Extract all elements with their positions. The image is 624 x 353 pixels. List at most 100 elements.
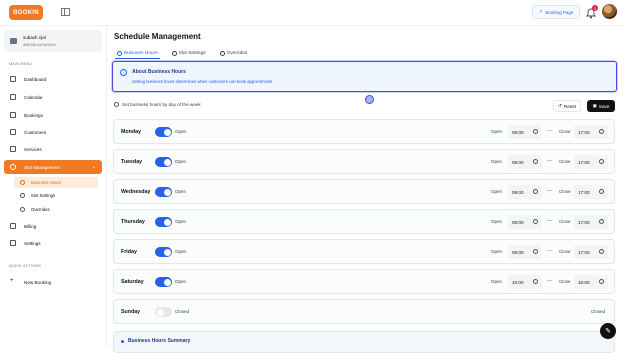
day-row-sunday: Sunday Closed Closed [113, 299, 615, 324]
save-button[interactable]: ▣ Save [587, 100, 615, 112]
open-time-input[interactable]: 09:00 [508, 155, 542, 169]
sidebar-item-customers[interactable]: Customers [4, 125, 102, 139]
open-time-input[interactable]: 09:00 [508, 245, 542, 259]
store-icon [10, 38, 17, 44]
close-time-input[interactable]: 17:00 [574, 215, 608, 229]
sidebar-item-label: Dashboard [24, 76, 47, 82]
open-label: Open [491, 249, 503, 254]
close-time-value: 17:00 [578, 129, 590, 135]
main-menu-heading: MAIN MENU [9, 62, 33, 66]
settings-icon [10, 240, 16, 246]
sidebar-subitem-business-hours[interactable]: Business Hours [14, 177, 98, 188]
day-row-tuesday: Tuesday Open Open 09:00 — Close 17:00 [113, 149, 615, 174]
sidebar-item-slot-management[interactable]: Slot Management ⌄ [4, 160, 102, 174]
day-toggle[interactable] [155, 217, 172, 227]
open-label: Open [491, 279, 503, 284]
info-description: Setting business hours determines when c… [132, 79, 273, 84]
close-time-value: 17:00 [578, 249, 590, 255]
day-toggle[interactable] [155, 307, 172, 317]
top-bar: BOOKIN ↗ Booking Page 2 [0, 0, 624, 26]
close-time-input[interactable]: 16:00 [574, 275, 608, 289]
sidebar-subitem-slot-settings[interactable]: Slot Settings [14, 190, 98, 201]
sidebar-item-calendar[interactable]: Calendar [4, 90, 102, 104]
info-icon: i [120, 69, 127, 76]
calendar-icon [10, 94, 16, 100]
day-status: Open [175, 189, 187, 194]
logo[interactable]: BOOKIN [9, 5, 43, 20]
services-icon [10, 146, 16, 152]
settings-icon [171, 51, 177, 56]
sidebar-item-bookings[interactable]: Bookings [4, 108, 102, 122]
close-label: Close [559, 249, 571, 254]
tab-slot-settings[interactable]: Slot Settings [170, 48, 208, 59]
open-label: Open [491, 189, 503, 194]
set-hours-text: Set business hours by day of the week [122, 102, 201, 107]
sidebar-subitem-label: Business Hours [31, 180, 62, 185]
close-time-input[interactable]: 17:00 [574, 125, 608, 139]
open-time-input[interactable]: 10:00 [508, 275, 542, 289]
bookings-icon [10, 112, 16, 118]
avatar[interactable] [602, 4, 617, 19]
quick-action-fab[interactable]: ✎ [600, 323, 616, 339]
reset-button[interactable]: ↺ Reset [553, 100, 581, 112]
close-time-value: 17:00 [578, 189, 590, 195]
new-booking-button[interactable]: + New Booking [4, 275, 102, 289]
clock-icon [599, 279, 604, 284]
close-label: Close [559, 219, 571, 224]
tab-overrides[interactable]: Overrides [218, 48, 250, 59]
sidebar-subitem-overrides[interactable]: Overrides [14, 204, 98, 215]
chevron-down-icon: ⌄ [91, 164, 96, 170]
notification-badge: 2 [592, 5, 598, 11]
sidebar-item-label: Services [24, 146, 42, 152]
sidebar-item-settings[interactable]: Settings [4, 236, 102, 250]
close-label: Close [559, 279, 571, 284]
sidebar: subash rijal 4WK0DL9zOd2IZnH MAIN MENU D… [0, 26, 107, 347]
day-toggle[interactable] [155, 247, 172, 257]
day-name: Thursday [121, 219, 145, 225]
close-time-value: 17:00 [578, 159, 590, 165]
sidebar-item-dashboard[interactable]: Dashboard [4, 72, 102, 86]
time-separator: — [547, 278, 552, 284]
sidebar-subitem-label: Overrides [31, 207, 50, 212]
sidebar-item-label: Billing [24, 223, 37, 229]
day-status: Closed [175, 309, 190, 314]
day-toggle[interactable] [155, 127, 172, 137]
clock-icon [533, 219, 538, 224]
day-row-saturday: Saturday Open Open 10:00 — Close 16:00 [113, 269, 615, 294]
day-toggle[interactable] [155, 187, 172, 197]
main-content: Schedule Management Business Hours Slot … [107, 26, 624, 353]
day-toggle[interactable] [155, 157, 172, 167]
booking-page-button[interactable]: ↗ Booking Page [532, 5, 580, 19]
open-time-input[interactable]: 09:00 [508, 185, 542, 199]
day-name: Wednesday [121, 189, 151, 195]
sidebar-item-label: Bookings [24, 112, 43, 118]
user-name: subash rijal [23, 35, 46, 40]
tab-business-hours[interactable]: Business Hours [115, 48, 160, 59]
resize-handle[interactable] [365, 95, 374, 104]
customers-icon [10, 129, 16, 135]
close-time-input[interactable]: 17:00 [574, 245, 608, 259]
day-toggle[interactable] [155, 277, 172, 287]
time-separator: — [547, 218, 552, 224]
day-status: Open [175, 249, 187, 254]
close-label: Close [559, 189, 571, 194]
sidebar-item-billing[interactable]: Billing [4, 219, 102, 233]
close-time-input[interactable]: 17:00 [574, 155, 608, 169]
info-title: About Business Hours [132, 69, 186, 75]
open-time-value: 10:00 [512, 279, 524, 285]
reset-icon: ↺ [558, 103, 562, 108]
close-time-value: 16:00 [578, 279, 590, 285]
day-status: Open [175, 129, 187, 134]
sidebar-toggle-icon[interactable] [61, 8, 70, 16]
summary-title: Business Hours Summary [128, 338, 191, 344]
time-separator: — [547, 188, 552, 194]
sidebar-item-services[interactable]: Services [4, 142, 102, 156]
close-time-input[interactable]: 17:00 [574, 185, 608, 199]
open-time-value: 09:00 [512, 219, 524, 225]
open-time-input[interactable]: 09:00 [508, 215, 542, 229]
user-card[interactable]: subash rijal 4WK0DL9zOd2IZnH [4, 30, 102, 52]
open-time-input[interactable]: 09:00 [508, 125, 542, 139]
notifications-button[interactable]: 2 [585, 5, 598, 19]
external-link-icon: ↗ [538, 9, 543, 14]
clock-icon [599, 129, 604, 134]
